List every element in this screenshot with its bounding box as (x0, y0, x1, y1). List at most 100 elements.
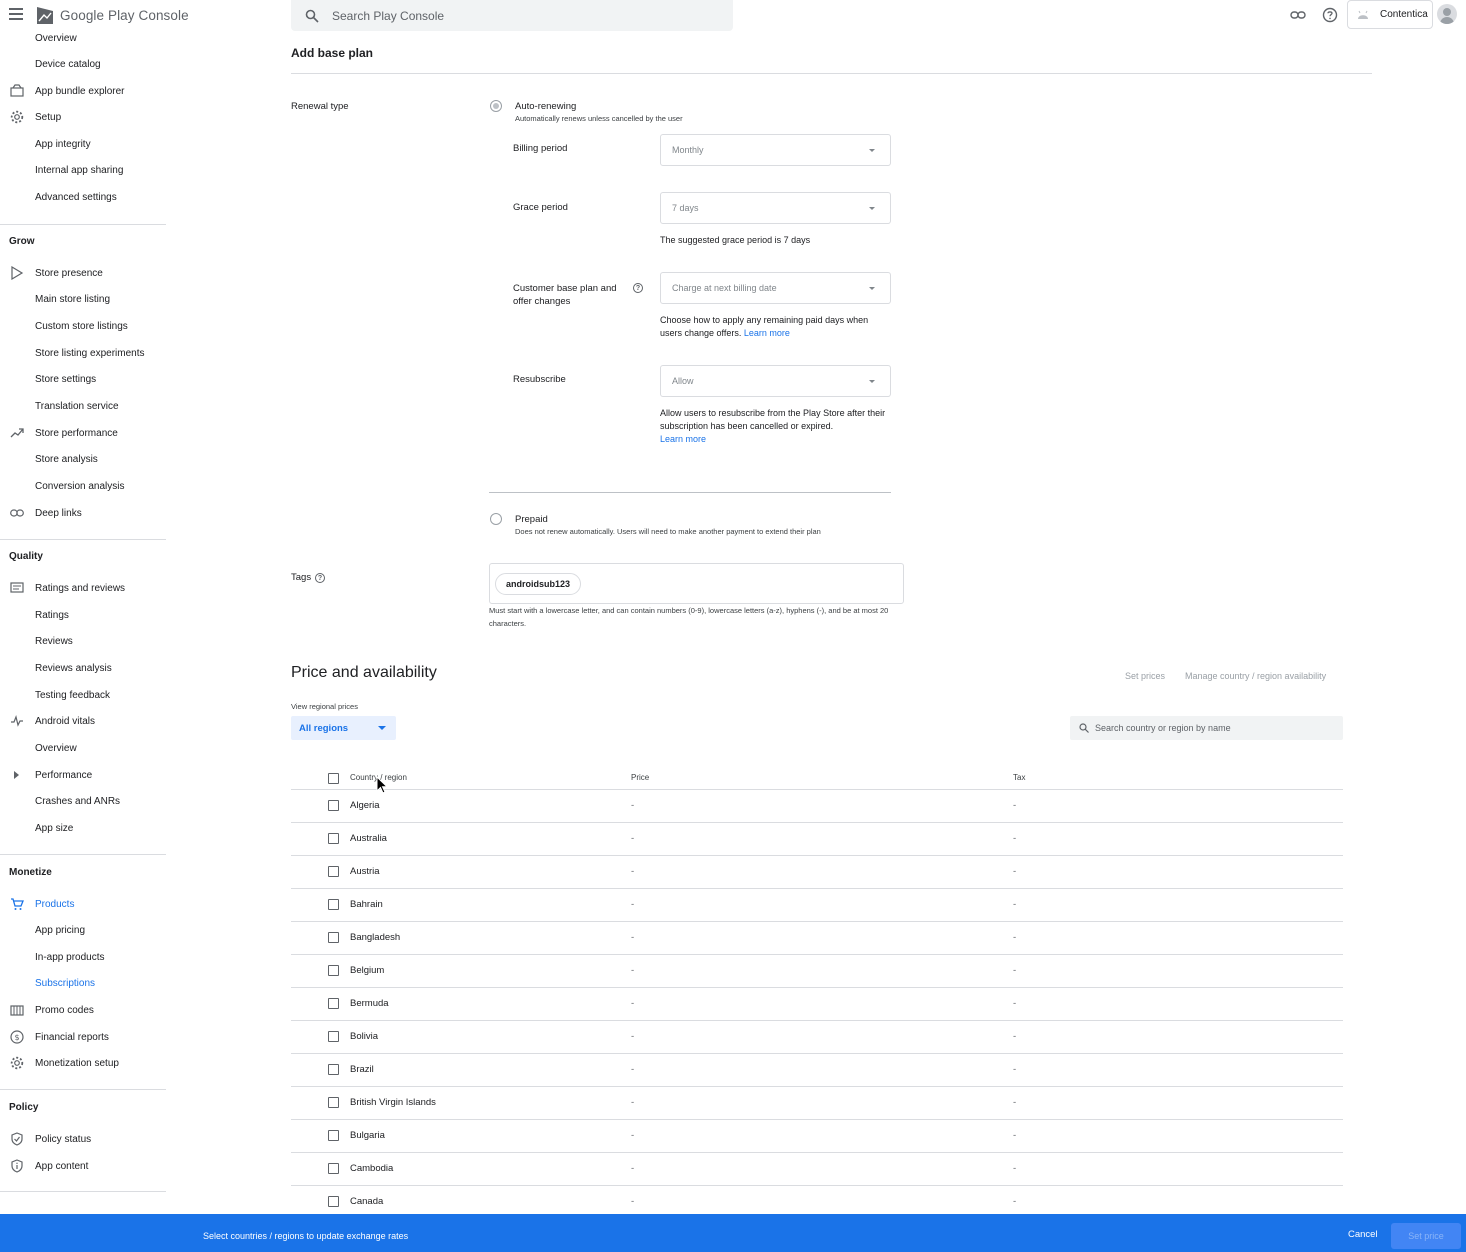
sidebar-item-testing-feedback[interactable]: Testing feedback (0, 684, 166, 706)
select-all-checkbox[interactable] (328, 773, 339, 784)
sidebar-item-setup[interactable]: Setup (0, 106, 166, 128)
table-row[interactable]: British Virgin Islands - - (291, 1087, 1343, 1120)
table-header: Country / region Price Tax (291, 766, 1343, 790)
sidebar-item-store-performance[interactable]: Store performance (0, 422, 166, 444)
column-header-price[interactable]: Price (631, 773, 649, 782)
base-plan-changes-select[interactable]: Charge at next billing date (660, 272, 891, 304)
user-avatar[interactable] (1437, 4, 1457, 24)
learn-more-link[interactable]: Learn more (660, 434, 706, 444)
table-row[interactable]: Brazil - - (291, 1054, 1343, 1087)
column-header-tax[interactable]: Tax (1013, 773, 1025, 782)
table-row[interactable]: Algeria - - (291, 790, 1343, 823)
sidebar-item-products[interactable]: Products (0, 893, 166, 915)
sidebar-item-translation-service[interactable]: Translation service (0, 395, 166, 417)
sidebar-item-app-pricing[interactable]: App pricing (0, 919, 166, 941)
row-checkbox[interactable] (328, 866, 339, 877)
sidebar-item-crashes-and-anrs[interactable]: Crashes and ANRs (0, 790, 166, 812)
sidebar-item-store-settings[interactable]: Store settings (0, 368, 166, 390)
country-search-input[interactable] (1095, 723, 1335, 733)
resubscribe-select[interactable]: Allow (660, 365, 891, 397)
sidebar-item-store-presence[interactable]: Store presence (0, 262, 166, 284)
country-search-bar[interactable] (1070, 716, 1343, 740)
tags-input[interactable]: androidsub123 (489, 563, 904, 604)
link-icon[interactable] (1290, 7, 1306, 23)
sidebar-item-subscriptions[interactable]: Subscriptions (0, 972, 166, 994)
table-row[interactable]: Bolivia - - (291, 1021, 1343, 1054)
sidebar-item-vitals-overview[interactable]: Overview (0, 737, 166, 759)
row-checkbox[interactable] (328, 998, 339, 1009)
sidebar-item-financial-reports[interactable]: $ Financial reports (0, 1026, 166, 1048)
sidebar-item-app-content[interactable]: App content (0, 1155, 166, 1177)
row-checkbox[interactable] (328, 1163, 339, 1174)
sidebar-item-reviews[interactable]: Reviews (0, 630, 166, 652)
link-icon (10, 509, 24, 517)
sidebar-item-ratings[interactable]: Ratings (0, 604, 166, 626)
sidebar-item-reviews-analysis[interactable]: Reviews analysis (0, 657, 166, 679)
table-row[interactable]: Bulgaria - - (291, 1120, 1343, 1153)
sidebar-item-deep-links[interactable]: Deep links (0, 502, 166, 524)
cancel-button[interactable]: Cancel (1348, 1229, 1378, 1240)
sidebar-item-advanced-settings[interactable]: Advanced settings (0, 186, 166, 208)
help-circle-icon[interactable]: ? (633, 283, 643, 293)
row-checkbox[interactable] (328, 1031, 339, 1042)
set-prices-button[interactable]: Set prices (1125, 671, 1165, 681)
row-checkbox[interactable] (328, 899, 339, 910)
sidebar-item-custom-store-listings[interactable]: Custom store listings (0, 315, 166, 337)
tax-cell: - (1013, 833, 1017, 844)
sidebar-item-main-store-listing[interactable]: Main store listing (0, 288, 166, 310)
menu-icon[interactable] (9, 8, 23, 22)
auto-renewing-radio[interactable] (490, 100, 502, 112)
sidebar-item-store-analysis[interactable]: Store analysis (0, 448, 166, 470)
prepaid-subtitle: Does not renew automatically. Users will… (515, 527, 821, 536)
row-checkbox[interactable] (328, 800, 339, 811)
sidebar-item-device-catalog[interactable]: Device catalog (0, 53, 166, 75)
billing-period-select[interactable]: Monthly (660, 134, 891, 166)
row-checkbox[interactable] (328, 965, 339, 976)
table-row[interactable]: Cambodia - - (291, 1153, 1343, 1186)
row-checkbox[interactable] (328, 1097, 339, 1108)
table-row[interactable]: Austria - - (291, 856, 1343, 889)
table-row[interactable]: Australia - - (291, 823, 1343, 856)
auto-renewing-subtitle: Automatically renews unless cancelled by… (515, 114, 683, 123)
sidebar-item-overview[interactable]: Overview (0, 31, 166, 49)
renewal-type-label: Renewal type (291, 101, 349, 112)
sidebar-item-conversion-analysis[interactable]: Conversion analysis (0, 475, 166, 497)
sidebar-item-in-app-products[interactable]: In-app products (0, 946, 166, 968)
top-app-bar: Google Play Console Contentica (0, 0, 1466, 31)
help-icon[interactable] (1322, 7, 1338, 23)
sidebar-item-performance[interactable]: Performance (0, 764, 166, 786)
sidebar-item-internal-app-sharing[interactable]: Internal app sharing (0, 159, 166, 181)
prepaid-radio[interactable] (490, 513, 502, 525)
manage-availability-button[interactable]: Manage country / region availability (1185, 671, 1326, 681)
row-checkbox[interactable] (328, 833, 339, 844)
sidebar-item-app-size[interactable]: App size (0, 817, 166, 839)
sidebar-item-store-listing-experiments[interactable]: Store listing experiments (0, 342, 166, 364)
sidebar-item-monetization-setup[interactable]: Monetization setup (0, 1052, 166, 1074)
row-checkbox[interactable] (328, 1196, 339, 1207)
set-price-button[interactable]: Set price (1391, 1223, 1461, 1249)
sidebar-item-app-integrity[interactable]: App integrity (0, 133, 166, 155)
search-input[interactable] (332, 8, 712, 23)
tag-chip[interactable]: androidsub123 (495, 573, 582, 595)
sidebar-item-promo-codes[interactable]: Promo codes (0, 999, 166, 1021)
price-table: Country / region Price Tax Algeria - - Aust… (291, 766, 1343, 1219)
account-switcher[interactable]: Contentica (1347, 0, 1433, 29)
row-checkbox[interactable] (328, 932, 339, 943)
table-row[interactable]: Bahrain - - (291, 889, 1343, 922)
sidebar-item-android-vitals[interactable]: Android vitals (0, 710, 166, 732)
region-select[interactable]: All regions (291, 716, 396, 740)
google-play-console-logo[interactable]: Google Play Console (36, 5, 189, 25)
row-checkbox[interactable] (328, 1130, 339, 1141)
grace-period-select[interactable]: 7 days (660, 192, 891, 224)
table-row[interactable]: Bangladesh - - (291, 922, 1343, 955)
table-row[interactable]: Belgium - - (291, 955, 1343, 988)
sidebar-item-policy-status[interactable]: Policy status (0, 1128, 166, 1150)
sidebar-item-ratings-and-reviews[interactable]: Ratings and reviews (0, 577, 166, 599)
sidebar-item-app-bundle-explorer[interactable]: App bundle explorer (0, 80, 166, 102)
search-bar[interactable] (291, 0, 733, 31)
row-checkbox[interactable] (328, 1064, 339, 1075)
table-row[interactable]: Bermuda - - (291, 988, 1343, 1021)
help-circle-icon[interactable]: ? (315, 573, 325, 583)
learn-more-link[interactable]: Learn more (744, 328, 790, 338)
country-cell: Bulgaria (350, 1130, 385, 1141)
